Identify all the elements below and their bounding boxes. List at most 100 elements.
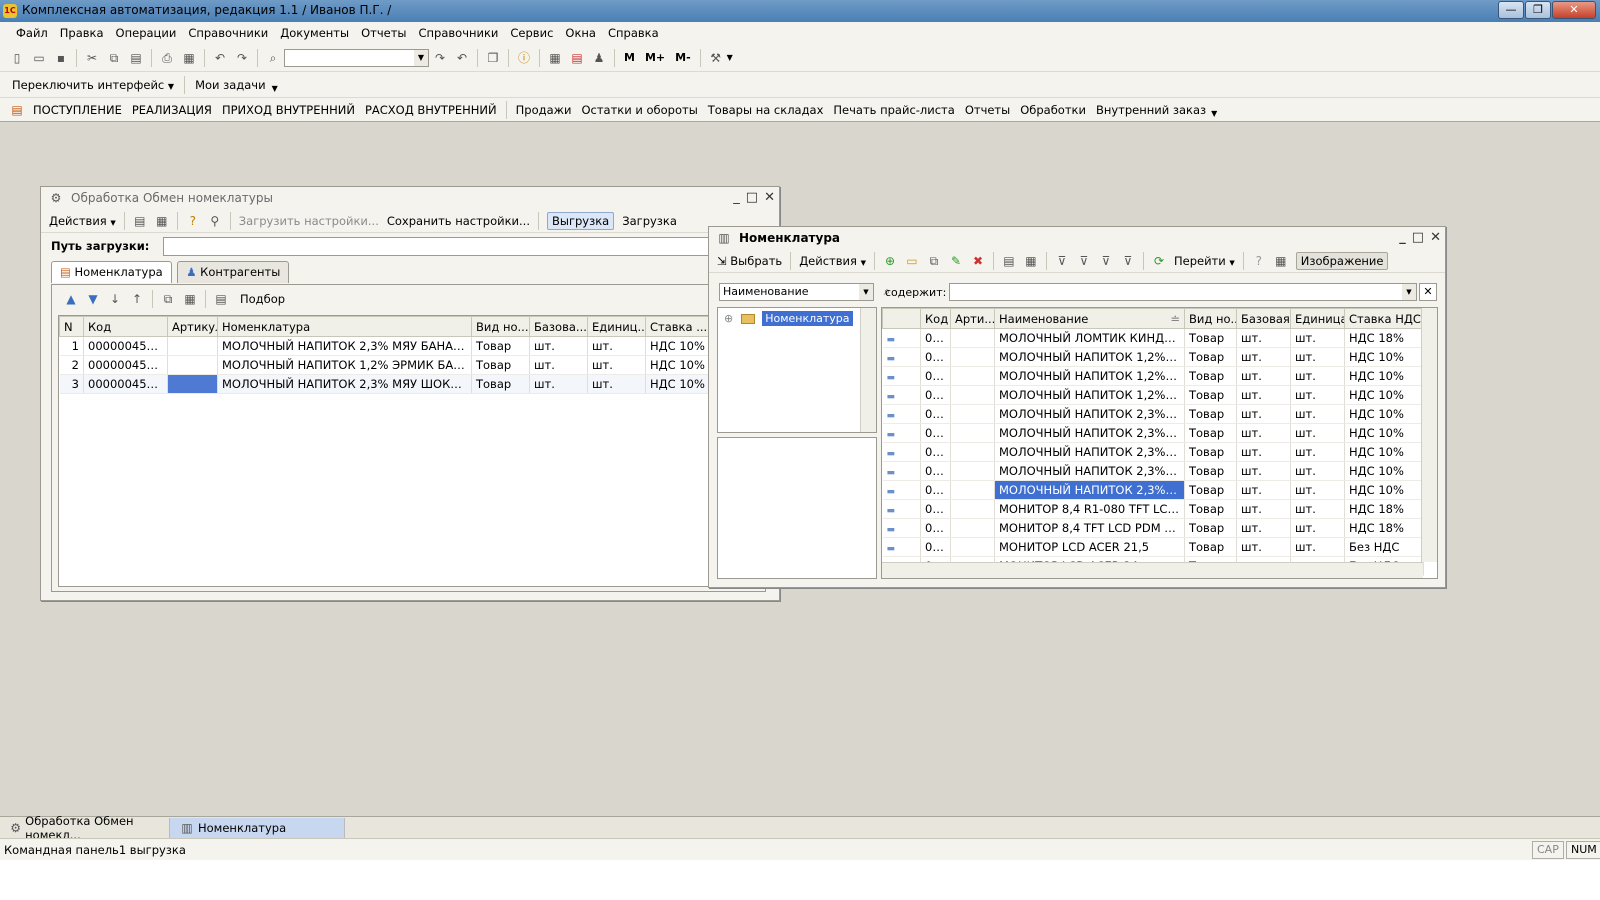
cell-code[interactable]: 00... (920, 328, 951, 348)
toolbar-more-icon[interactable]: ▼ (1211, 109, 1217, 118)
load-settings-button[interactable]: Загрузить настройки... (239, 214, 379, 228)
cell-name[interactable]: МОНИТОР LCD ACER 21,5 (994, 537, 1185, 557)
my-tasks-button[interactable]: Мои задачи (195, 78, 266, 92)
col-name[interactable]: Наименование ≐ (994, 308, 1185, 329)
find-next-icon[interactable]: ↷ (432, 50, 448, 66)
col-article[interactable]: Арти... (950, 308, 995, 329)
menu-reports[interactable]: Отчеты (361, 26, 406, 40)
cell-name[interactable]: МОНИТОР 8,4 TFT LCD PDM POIN... (994, 518, 1185, 538)
col-unit[interactable]: Единица (1290, 308, 1345, 329)
cell-name[interactable]: МОЛОЧНЫЙ ЛОМТИК КИНДЕР ... (994, 328, 1185, 348)
col-status[interactable] (882, 308, 921, 329)
list-scrollbar[interactable] (1421, 308, 1437, 562)
print-icon[interactable]: ⎙ (159, 50, 175, 66)
tab-nomenclature[interactable]: ▤ Номенклатура (51, 261, 172, 283)
cell-unit[interactable]: шт. (1290, 480, 1345, 500)
task-nomenclature[interactable]: ▥ Номенклатура (170, 817, 345, 838)
move-up-icon[interactable]: ▲ (63, 291, 79, 307)
sort-desc-icon[interactable]: ↑ (129, 291, 145, 307)
cell-unit[interactable]: шт. (1290, 347, 1345, 367)
cell-code[interactable]: 00000045223 (83, 374, 168, 394)
contains-input[interactable]: ▼ (949, 283, 1417, 301)
clear-search-icon[interactable]: ✕ (1419, 283, 1437, 301)
cell-article[interactable] (950, 499, 995, 519)
list-item[interactable]: ▬ 00... МОНИТОР 8,4 R1-080 TFT LCD (Ч... То… (882, 499, 1424, 519)
pick-button[interactable]: Подбор (240, 292, 285, 306)
cell-kind[interactable]: Товар (1184, 537, 1237, 557)
path-input[interactable] (163, 237, 773, 256)
cell-kind[interactable]: Товар (471, 336, 530, 356)
cell-code[interactable]: 00... (920, 461, 951, 481)
quick-sales[interactable]: Продажи (516, 103, 572, 117)
table-row[interactable]: 3 00000045223 МОЛОЧНЫЙ НАПИТОК 2,3% МЯУ … (59, 374, 759, 394)
calendar-icon[interactable]: ▤ (569, 50, 585, 66)
calculator-icon[interactable]: ▦ (547, 50, 563, 66)
filter-history-icon[interactable]: ⊽ (1098, 253, 1114, 269)
col-article[interactable]: Артикул (167, 316, 218, 337)
cell-nomenclature[interactable]: МОЛОЧНЫЙ НАПИТОК 2,3% МЯУ ШОКОЛАД... (217, 374, 472, 394)
cell-unit[interactable]: шт. (587, 374, 646, 394)
copy-item-icon[interactable]: ⧉ (926, 253, 942, 269)
cell-base-unit[interactable]: шт. (1236, 499, 1291, 519)
cell-kind[interactable]: Товар (1184, 518, 1237, 538)
cell-article[interactable] (950, 518, 995, 538)
cell-name[interactable]: МОЛОЧНЫЙ НАПИТОК 2,3% МЯ... (994, 461, 1185, 481)
cell-kind[interactable]: Товар (1184, 480, 1237, 500)
cell-code[interactable]: 00... (920, 518, 951, 538)
move-to-folder-icon[interactable]: ▦ (1023, 253, 1039, 269)
quick-receipt[interactable]: ПОСТУПЛЕНИЕ (33, 103, 122, 117)
cell-name[interactable]: МОЛОЧНЫЙ НАПИТОК 2,3% МЯ... (994, 480, 1185, 500)
cell-vat[interactable]: НДС 10% (1344, 461, 1424, 481)
redo-icon[interactable]: ↷ (234, 50, 250, 66)
quick-internal-income[interactable]: ПРИХОД ВНУТРЕННИЙ (222, 103, 355, 117)
quick-sales-realization[interactable]: РЕАЛИЗАЦИЯ (132, 103, 212, 117)
cell-article[interactable] (950, 442, 995, 462)
cell-code[interactable]: 00... (920, 347, 951, 367)
cell-unit[interactable]: шт. (1290, 328, 1345, 348)
print-preview-icon[interactable]: ▦ (181, 50, 197, 66)
search-input[interactable]: ▼ (284, 48, 429, 67)
cell-article[interactable] (950, 328, 995, 348)
cell-article[interactable] (167, 355, 218, 375)
cell-base-unit[interactable]: шт. (1236, 518, 1291, 538)
cell-name[interactable]: МОНИТОР 8,4 R1-080 TFT LCD (Ч... (994, 499, 1185, 519)
users-icon[interactable]: ♟ (591, 50, 607, 66)
list-item[interactable]: ▬ 00... МОЛОЧНЫЙ НАПИТОК 2,3% МЯ... Товар шт… (882, 423, 1424, 443)
list-item[interactable]: ▬ 00... МОНИТОР 8,4 TFT LCD PDM POIN... Тов… (882, 518, 1424, 538)
table-settings-icon[interactable]: ▦ (1273, 253, 1289, 269)
actions-menu-button[interactable]: Действия ▼ (799, 254, 866, 268)
cell-base-unit[interactable]: шт. (529, 336, 588, 356)
cell-code[interactable]: 00... (920, 480, 951, 500)
cell-base-unit[interactable]: шт. (1236, 461, 1291, 481)
menu-documents[interactable]: Документы (280, 26, 349, 40)
cut-icon[interactable]: ✂ (84, 50, 100, 66)
cell-kind[interactable]: Товар (1184, 328, 1237, 348)
menu-file[interactable]: Файл (16, 26, 48, 40)
add-folder-icon[interactable]: ▭ (904, 253, 920, 269)
copy-icon[interactable]: ⧉ (106, 50, 122, 66)
cell-name[interactable]: МОЛОЧНЫЙ НАПИТОК 1,2% ЭРМ... (994, 385, 1185, 405)
cell-code[interactable]: 00... (920, 537, 951, 557)
cell-name[interactable]: МОЛОЧНЫЙ НАПИТОК 1,2% ЭРМ... (994, 366, 1185, 386)
cell-vat[interactable]: НДС 10% (1344, 442, 1424, 462)
quick-processing[interactable]: Обработки (1020, 103, 1086, 117)
cell-article[interactable] (950, 385, 995, 405)
cell-unit[interactable]: шт. (1290, 366, 1345, 386)
help-icon[interactable]: ? (185, 213, 201, 229)
col-base-unit[interactable]: Базова... (529, 316, 588, 337)
fill-icon[interactable]: ▦ (182, 291, 198, 307)
cell-code[interactable]: 00000045216 (83, 355, 168, 375)
close-icon[interactable]: ✕ (764, 190, 775, 205)
col-base-unit[interactable]: Базовая (1236, 308, 1291, 329)
info-icon[interactable]: ⓘ (516, 50, 532, 66)
help-icon[interactable]: ? (1251, 253, 1267, 269)
cell-vat[interactable]: НДС 10% (1344, 480, 1424, 500)
list-item[interactable]: ▬ 00... МОЛОЧНЫЙ НАПИТОК 2,3% МЯ... Товар шт… (882, 461, 1424, 481)
memory-minus-button[interactable]: M- (675, 51, 691, 64)
chevron-down-icon[interactable]: ▼ (1402, 284, 1416, 300)
cell-vat[interactable]: НДС 10% (1344, 404, 1424, 424)
move-down-icon[interactable]: ▼ (85, 291, 101, 307)
cell-unit[interactable]: шт. (1290, 404, 1345, 424)
cell-kind[interactable]: Товар (1184, 423, 1237, 443)
execute-icon[interactable]: ▤ (132, 213, 148, 229)
